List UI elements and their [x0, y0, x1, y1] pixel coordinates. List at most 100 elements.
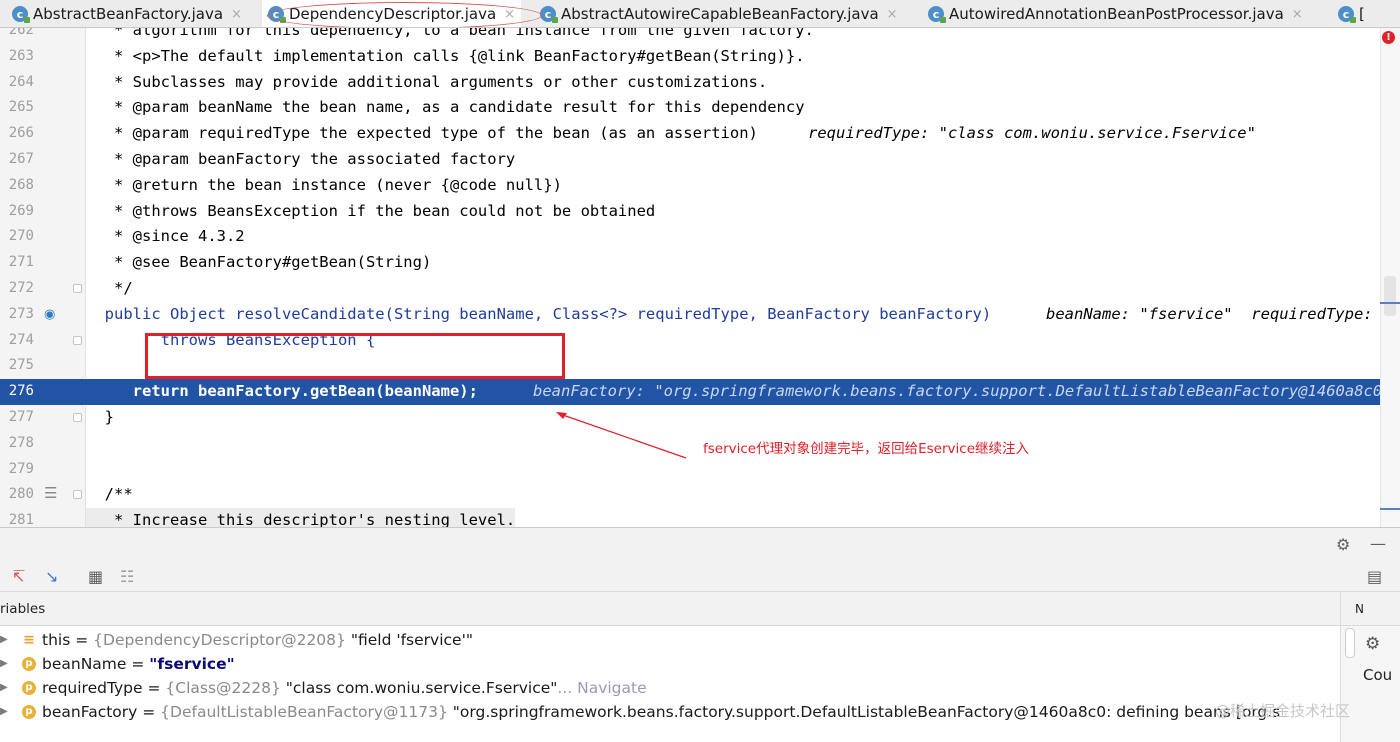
- code-text: * @param requiredType the expected type …: [86, 124, 758, 143]
- code-line-280: 280 ☰ /**: [0, 482, 1400, 508]
- inlay-hint: beanFactory: "org.springframework.beans.…: [533, 382, 1392, 401]
- code-text: * algorithm for this dependency, to a be…: [86, 28, 814, 39]
- field-list-icon: ≡: [23, 632, 35, 648]
- variable-row[interactable]: ▶ p requiredType = {Class@2228} "class c…: [0, 676, 1340, 700]
- variable-row[interactable]: ▶ p beanFactory = {DefaultListableBeanFa…: [0, 700, 1340, 724]
- code-editor[interactable]: 262 * algorithm for this dependency, to …: [0, 28, 1400, 527]
- line-number: 262: [8, 28, 34, 38]
- class-icon: c: [1338, 6, 1356, 23]
- editor-tab-bar: c AbstractBeanFactory.java × c Dependenc…: [0, 0, 1400, 28]
- code-text: * @throws BeansException if the bean cou…: [86, 201, 656, 220]
- override-marker-icon[interactable]: ◉: [44, 307, 55, 322]
- code-line-279: 279: [0, 457, 1400, 483]
- side-scrollbar[interactable]: [1345, 628, 1355, 658]
- close-icon[interactable]: ×: [887, 7, 898, 22]
- variable-value: "class com.woniu.service.Fservice": [280, 679, 558, 697]
- scroll-marker: [1380, 302, 1400, 304]
- restore-layout-icon[interactable]: ▤: [1367, 567, 1382, 586]
- variable-value: "org.springframework.beans.factory.suppo…: [447, 703, 1281, 721]
- code-lines: 262 * algorithm for this dependency, to …: [0, 28, 1400, 527]
- code-text: * Subclasses may provide additional argu…: [86, 72, 768, 91]
- line-number: 271: [8, 254, 34, 271]
- line-number: 275: [8, 357, 34, 374]
- tab-abstract-autowire-capable-bean-factory[interactable]: c AbstractAutowireCapableBeanFactory.jav…: [540, 0, 898, 27]
- variable-ref: {DefaultListableBeanFactory@1173}: [160, 703, 448, 721]
- tab-autowired-annotation-bean-post-processor[interactable]: c AutowiredAnnotationBeanPostProcessor.j…: [928, 0, 1303, 27]
- expand-arrow-icon[interactable]: ▶: [0, 676, 8, 700]
- code-line-271: 271 * @see BeanFactory#getBean(String): [0, 250, 1400, 276]
- tab-overflow[interactable]: c [: [1338, 0, 1365, 27]
- line-number: 266: [8, 125, 34, 142]
- fold-marker-icon[interactable]: [73, 335, 82, 345]
- watermark: @稀土掘金技术社区: [1215, 702, 1351, 720]
- line-number: 276: [0, 379, 34, 405]
- scroll-marker: [1380, 508, 1400, 510]
- code-line-281: 281 * Increase this descriptor's nesting…: [0, 508, 1400, 527]
- variable-name: beanFactory: [42, 703, 138, 721]
- code-text: * @see BeanFactory#getBean(String): [86, 253, 432, 272]
- line-number: 277: [8, 408, 34, 425]
- tab-abstract-bean-factory[interactable]: c AbstractBeanFactory.java ×: [12, 0, 242, 27]
- code-line-277: 277 }: [0, 405, 1400, 431]
- variable-value: "field 'fservice'": [345, 631, 473, 649]
- code-text: */: [86, 278, 133, 297]
- error-indicator-icon[interactable]: !: [1382, 31, 1395, 44]
- class-icon: c: [12, 6, 30, 23]
- side-panel-header: N: [1340, 592, 1400, 626]
- line-number: 267: [8, 150, 34, 167]
- trace-stream-icon[interactable]: ☷: [120, 567, 134, 586]
- show-execution-point-icon[interactable]: ↸: [12, 567, 25, 586]
- step-over-icon[interactable]: ↘: [45, 567, 58, 586]
- tab-label: AutowiredAnnotationBeanPostProcessor.jav…: [949, 5, 1284, 23]
- expand-arrow-icon[interactable]: ▶: [0, 700, 8, 724]
- inlay-hint: beanName: "fservice" requiredType: "cla: [1046, 304, 1400, 323]
- fold-marker-icon[interactable]: [73, 412, 82, 422]
- gear-icon[interactable]: ⚙: [1336, 535, 1350, 554]
- expand-arrow-icon[interactable]: ▶: [0, 652, 8, 676]
- tab-label: AbstractBeanFactory.java: [33, 5, 224, 23]
- line-number: 268: [8, 176, 34, 193]
- gear-icon[interactable]: ⚙: [1365, 634, 1380, 654]
- code-line-272: 272 */: [0, 276, 1400, 302]
- close-icon[interactable]: ×: [1292, 7, 1303, 22]
- fold-marker-icon[interactable]: [73, 490, 82, 500]
- class-icon: c: [268, 6, 286, 23]
- tab-label: [: [1359, 5, 1365, 23]
- code-text: }: [86, 407, 114, 426]
- close-icon[interactable]: ×: [504, 7, 515, 22]
- code-text: * @return the bean instance (never {@cod…: [86, 175, 562, 194]
- expand-arrow-icon[interactable]: ▶: [0, 628, 8, 652]
- variable-row[interactable]: ▶ ≡ this = {DependencyDescriptor@2208} "…: [0, 628, 1340, 652]
- evaluate-expression-icon[interactable]: ▦: [88, 567, 103, 586]
- inlay-hint: requiredType: "class com.woniu.service.F…: [808, 124, 1256, 143]
- tab-label: DependencyDescriptor.java: [289, 5, 497, 23]
- code-line-263: 263 * <p>The default implementation call…: [0, 44, 1400, 70]
- code-line-264: 264 * Subclasses may provide additional …: [0, 70, 1400, 96]
- code-line-276-current: 276 return beanFactory.getBean(beanName)…: [0, 379, 1400, 405]
- structure-list-icon[interactable]: ☰: [44, 484, 57, 502]
- scrollbar-thumb[interactable]: [1384, 276, 1396, 316]
- line-number: 279: [8, 460, 34, 477]
- minimize-icon[interactable]: —: [1370, 534, 1386, 553]
- fold-marker-icon[interactable]: [73, 283, 82, 293]
- side-panel: ⚙ Cou: [1340, 626, 1400, 742]
- line-number: 270: [8, 228, 34, 245]
- variable-text: beanName = "fservice": [42, 652, 235, 676]
- class-icon: c: [928, 6, 946, 23]
- code-line-275: 275: [0, 353, 1400, 379]
- tab-dependency-descriptor[interactable]: c DependencyDescriptor.java ×: [262, 0, 522, 27]
- editor-vertical-scrollbar[interactable]: !: [1380, 28, 1400, 527]
- variable-text: beanFactory = {DefaultListableBeanFactor…: [42, 700, 1280, 724]
- line-number: 263: [8, 47, 34, 64]
- navigate-link[interactable]: ... Navigate: [557, 679, 646, 697]
- close-icon[interactable]: ×: [231, 7, 242, 22]
- code-line-278: 278: [0, 431, 1400, 457]
- class-icon: c: [540, 6, 558, 23]
- equals: =: [137, 703, 161, 721]
- code-line-265: 265 * @param beanName the bean name, as …: [0, 95, 1400, 121]
- line-number: 280: [8, 486, 34, 503]
- code-text: * @param beanName the bean name, as a ca…: [86, 98, 805, 117]
- variable-row[interactable]: ▶ p beanName = "fservice": [0, 652, 1340, 676]
- param-icon: p: [22, 657, 36, 671]
- equals: =: [126, 655, 150, 673]
